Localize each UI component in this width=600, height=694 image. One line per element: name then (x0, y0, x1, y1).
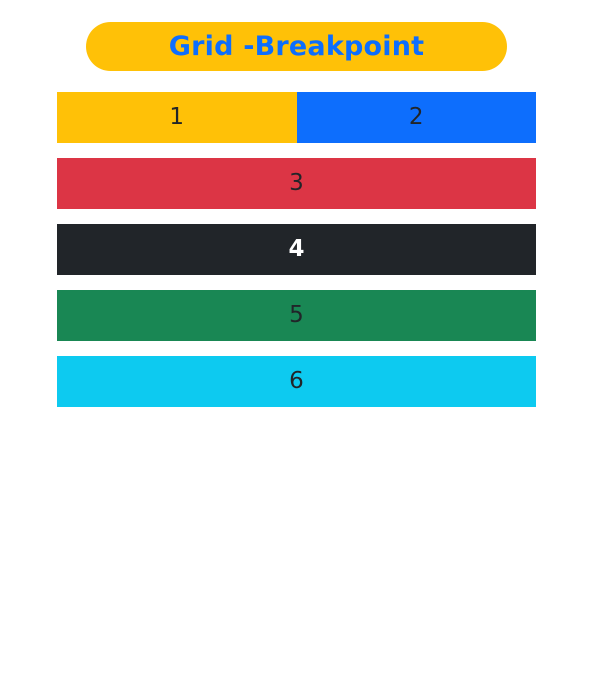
grid-cell-4: 4 (57, 224, 536, 275)
grid-row-1: 1 2 (57, 92, 536, 143)
grid-cell-5: 5 (57, 290, 536, 341)
grid-row-4: 5 (57, 290, 536, 341)
grid-cell-3: 3 (57, 158, 536, 209)
grid-cell-2: 2 (296, 92, 536, 143)
grid-row-3: 4 (57, 224, 536, 275)
grid-cell-1: 1 (57, 92, 297, 143)
page-title: Grid -Breakpoint (168, 31, 425, 62)
grid-row-5: 6 (57, 356, 536, 407)
grid-row-2: 3 (57, 158, 536, 209)
breakpoint-grid: 1 2 3 4 5 6 (57, 92, 536, 407)
grid-cell-6: 6 (57, 356, 536, 407)
page-title-banner: Grid -Breakpoint (86, 22, 507, 71)
